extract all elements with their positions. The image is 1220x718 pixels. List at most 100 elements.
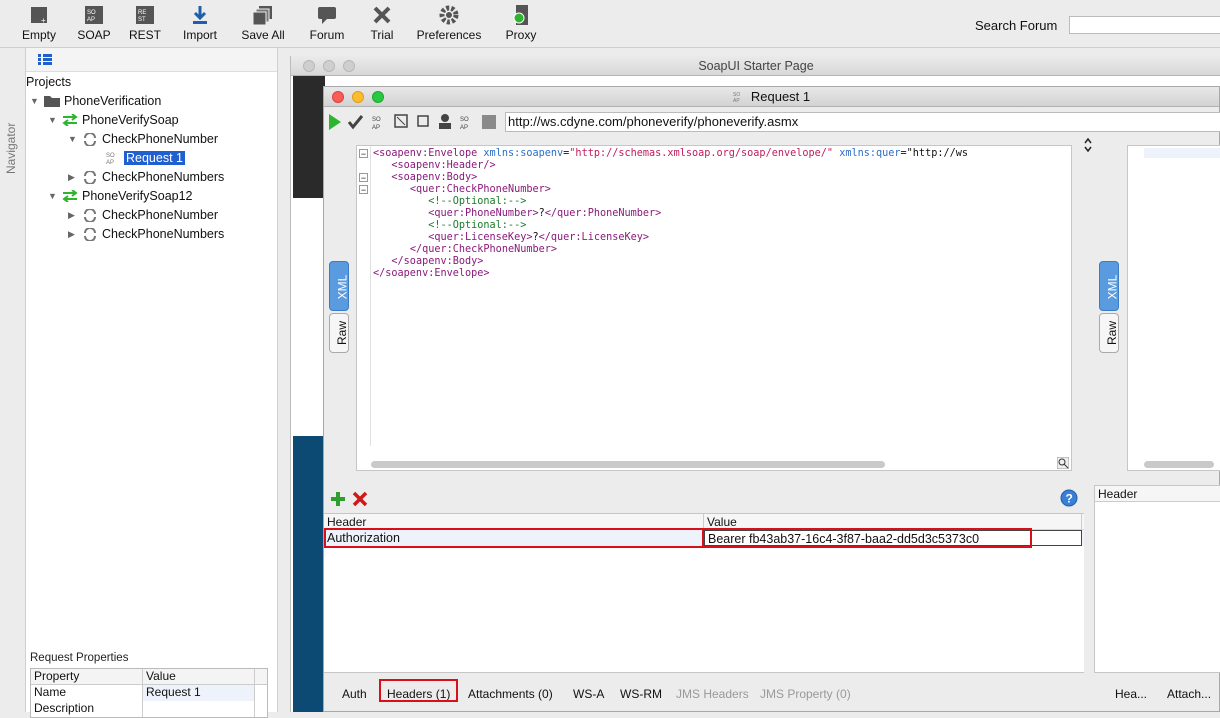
split-arrows-icon[interactable] xyxy=(1084,137,1092,153)
tree-item-operation[interactable]: ▶ CheckPhoneNumber xyxy=(68,206,218,224)
create-rest-request-icon[interactable]: SO AP xyxy=(372,114,386,130)
zoom-icon[interactable] xyxy=(1057,457,1069,469)
stop-icon[interactable] xyxy=(417,115,429,127)
response-tab-xml[interactable]: XML xyxy=(1099,261,1119,311)
xml-line[interactable]: </soapenv:Envelope> xyxy=(373,268,968,280)
expand-icon[interactable] xyxy=(394,114,408,128)
navigator-strip[interactable]: Navigator xyxy=(0,48,26,712)
window-dot[interactable] xyxy=(343,60,355,72)
rest-icon: REST xyxy=(136,6,154,24)
tree-item-interface[interactable]: ▼ PhoneVerifySoap xyxy=(48,111,179,129)
response-tab-attachments[interactable]: Attach... xyxy=(1167,687,1211,701)
soap-format-icon[interactable]: SO AP xyxy=(460,114,474,130)
empty-button[interactable]: + Empty xyxy=(20,4,58,42)
projects-root[interactable]: Projects xyxy=(26,73,71,91)
tab-raw[interactable]: Raw xyxy=(329,313,349,353)
search-forum-input[interactable] xyxy=(1069,16,1220,34)
help-icon[interactable]: ? xyxy=(1060,489,1078,507)
minimize-window-button[interactable] xyxy=(352,91,364,103)
close-window-button[interactable] xyxy=(332,91,344,103)
interface-arrows-icon xyxy=(62,114,78,126)
save-all-button[interactable]: Save All xyxy=(240,4,286,42)
table-row[interactable]: Description xyxy=(31,701,267,717)
tab-attachments[interactable]: Attachments (0) xyxy=(468,687,553,701)
collapse-icon[interactable]: − xyxy=(359,185,368,195)
response-xml-editor[interactable] xyxy=(1127,145,1220,471)
proxy-button[interactable]: Proxy xyxy=(502,4,540,42)
forum-icon xyxy=(318,7,336,24)
tree-view-icon[interactable] xyxy=(38,54,52,65)
xml-line[interactable]: </soapenv:Body> xyxy=(373,256,968,268)
tree-item-operation[interactable]: ▶ CheckPhoneNumbers xyxy=(68,225,224,243)
play-icon[interactable] xyxy=(328,114,342,130)
expand-triangle-icon[interactable]: ▼ xyxy=(30,96,40,106)
xml-line[interactable]: </quer:CheckPhoneNumber> xyxy=(373,244,968,256)
xml-line[interactable]: <soapenv:Envelope xmlns:soapenv="http://… xyxy=(373,148,968,160)
tree-item-operation[interactable]: ▼ CheckPhoneNumber xyxy=(68,130,218,148)
endpoint-input[interactable]: http://ws.cdyne.com/phoneverify/phonever… xyxy=(505,112,1220,132)
column-header[interactable]: Property xyxy=(31,669,143,684)
response-tab-raw[interactable]: Raw xyxy=(1099,313,1119,353)
xml-line[interactable]: <soapenv:Header/> xyxy=(373,160,968,172)
preferences-button[interactable]: Preferences xyxy=(416,4,482,42)
response-horizontal-scrollbar[interactable] xyxy=(1144,461,1214,468)
forum-button[interactable]: Forum xyxy=(306,4,348,42)
tree-item-operation[interactable]: ▶ CheckPhoneNumbers xyxy=(68,168,224,186)
starter-page-title: SoapUI Starter Page xyxy=(698,59,814,73)
xml-line[interactable]: <quer:PhoneNumber>?</quer:PhoneNumber> xyxy=(373,208,968,220)
svg-text:AP: AP xyxy=(87,17,95,23)
tab-auth[interactable]: Auth xyxy=(342,687,367,701)
grey-box-icon[interactable] xyxy=(482,115,496,129)
svg-text:AP: AP xyxy=(733,98,740,103)
xml-line[interactable]: <quer:LicenseKey>?</quer:LicenseKey> xyxy=(373,232,968,244)
xml-line[interactable]: <soapenv:Body> xyxy=(373,172,968,184)
xml-code[interactable]: <soapenv:Envelope xmlns:soapenv="http://… xyxy=(373,148,968,280)
svg-text:SO: SO xyxy=(372,117,381,123)
collapsed-triangle-icon[interactable]: ▶ xyxy=(68,172,78,183)
expand-triangle-icon[interactable]: ▼ xyxy=(48,191,58,201)
request-xml-editor[interactable]: − − − <soapenv:Envelope xmlns:soapenv="h… xyxy=(356,145,1072,471)
response-current-line xyxy=(1144,148,1220,158)
window-dot[interactable] xyxy=(303,60,315,72)
xml-line[interactable]: <!--Optional:--> xyxy=(373,220,968,232)
tab-jms-headers: JMS Headers xyxy=(676,687,749,701)
svg-text:RE: RE xyxy=(138,10,146,16)
collapse-icon[interactable]: − xyxy=(359,149,368,159)
add-icon[interactable] xyxy=(330,491,346,507)
add-to-testcase-icon[interactable] xyxy=(348,114,364,130)
tab-ws-rm[interactable]: WS-RM xyxy=(620,687,662,701)
tree-item-interface[interactable]: ▼ PhoneVerifySoap12 xyxy=(48,187,193,205)
editor-horizontal-scrollbar[interactable] xyxy=(371,461,885,468)
collapsed-triangle-icon[interactable]: ▶ xyxy=(68,229,78,240)
user-icon[interactable] xyxy=(438,113,452,129)
property-value[interactable] xyxy=(143,701,255,717)
request-toolbar: SO AP SO AP http://ws.cdyne.com/phoneverif… xyxy=(324,109,1220,135)
column-header[interactable]: Header xyxy=(1095,486,1220,502)
column-header[interactable]: Header xyxy=(324,514,704,529)
expand-triangle-icon[interactable]: ▼ xyxy=(68,134,78,144)
trial-button[interactable]: Trial xyxy=(366,4,398,42)
property-value[interactable]: Request 1 xyxy=(143,685,255,701)
tab-xml[interactable]: XML xyxy=(329,261,349,311)
tree-item-request[interactable]: SO AP Request 1 xyxy=(106,149,185,167)
request-bottom-tabs: Auth Headers (1) Attachments (0) WS-A WS… xyxy=(324,679,1220,709)
xml-line[interactable]: <!--Optional:--> xyxy=(373,196,968,208)
table-header-row: Property Value xyxy=(31,669,267,685)
collapse-icon[interactable]: − xyxy=(359,173,368,183)
response-tab-headers[interactable]: Hea... xyxy=(1115,687,1147,701)
zoom-window-button[interactable] xyxy=(372,91,384,103)
starter-page-titlebar: SoapUI Starter Page xyxy=(291,56,1220,76)
tab-ws-a[interactable]: WS-A xyxy=(573,687,604,701)
column-header[interactable]: Value xyxy=(143,669,255,684)
collapsed-triangle-icon[interactable]: ▶ xyxy=(68,210,78,221)
expand-triangle-icon[interactable]: ▼ xyxy=(48,115,58,125)
remove-icon[interactable] xyxy=(352,491,368,507)
window-dot[interactable] xyxy=(323,60,335,72)
column-header[interactable]: Value xyxy=(704,514,1082,529)
rest-button[interactable]: RE ST REST xyxy=(128,4,162,42)
import-button[interactable]: Import xyxy=(180,4,220,42)
soap-button[interactable]: SO AP SOAP xyxy=(74,4,114,42)
xml-line[interactable]: <quer:CheckPhoneNumber> xyxy=(373,184,968,196)
table-row[interactable]: Name Request 1 xyxy=(31,685,267,701)
tree-item-project[interactable]: ▼ PhoneVerification xyxy=(30,92,161,110)
